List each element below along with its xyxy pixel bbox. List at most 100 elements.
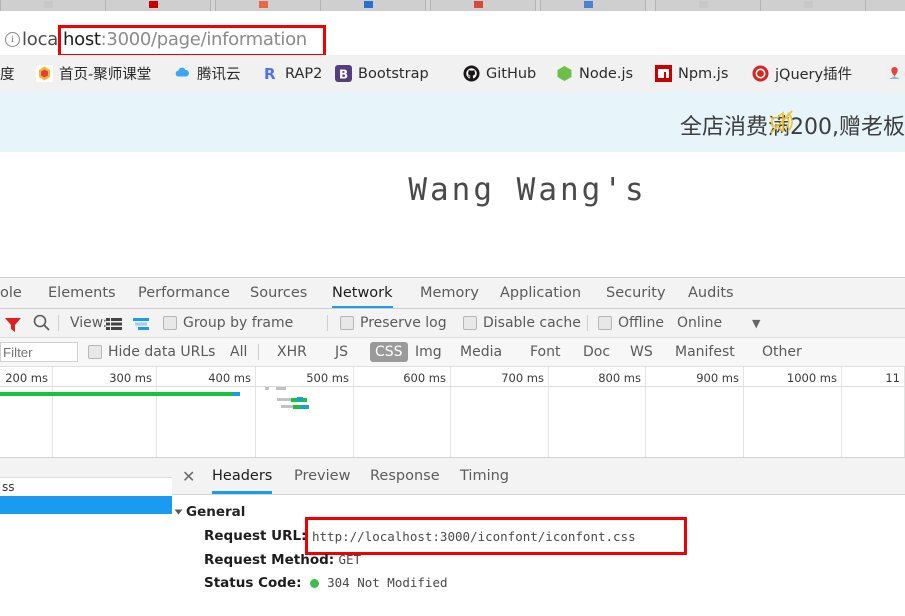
tab-label: Sources xyxy=(250,285,308,301)
browser-tab[interactable] xyxy=(105,0,211,11)
waterfall-bar[interactable] xyxy=(301,405,307,409)
offline-checkbox[interactable] xyxy=(598,316,612,330)
tab-network[interactable]: Network xyxy=(332,278,393,308)
bookmark-item[interactable]: 度 xyxy=(0,55,15,92)
bookmark-item[interactable]: GitHub xyxy=(463,55,536,92)
disable-cache-option[interactable]: Disable cache xyxy=(463,309,581,337)
detail-tab-label: Preview xyxy=(294,468,351,484)
hide-data-urls-option[interactable]: Hide data URLs xyxy=(88,338,215,366)
nodejs-icon xyxy=(556,65,573,82)
filter-type-css[interactable]: CSS xyxy=(370,342,408,362)
address-bar-text[interactable]: host:3000/page/information xyxy=(63,29,307,50)
bookmark-item[interactable]: jQuery插件 xyxy=(752,55,852,92)
disable-cache-checkbox[interactable] xyxy=(463,316,477,330)
browser-tab[interactable] xyxy=(215,0,321,11)
detail-tab-response[interactable]: Response xyxy=(370,458,440,494)
detail-tab-headers[interactable]: Headers xyxy=(212,458,273,494)
tab-audits[interactable]: Audits xyxy=(688,278,734,308)
waterfall-bar[interactable] xyxy=(0,392,233,396)
detail-tab-preview[interactable]: Preview xyxy=(294,458,350,494)
tab-application[interactable]: Application xyxy=(500,278,581,308)
tab-sources[interactable]: Sources xyxy=(250,278,307,308)
network-toolbar[interactable]: View: Group by frame Preserve log Disabl… xyxy=(0,309,905,338)
offline-option[interactable]: Offline xyxy=(598,309,664,337)
timeline-tick-label: 700 ms xyxy=(501,371,544,385)
speaker-muted-icon[interactable] xyxy=(768,108,798,136)
bookmark-item[interactable]: 首页-聚师课堂 xyxy=(36,55,151,92)
detail-tab-timing[interactable]: Timing xyxy=(460,458,509,494)
jquery-icon xyxy=(752,65,769,82)
filter-type-all[interactable]: All xyxy=(225,342,252,362)
bookmark-item[interactable]: Npm.js xyxy=(655,55,728,92)
browser-tab[interactable] xyxy=(655,0,761,11)
browser-tab-strip[interactable] xyxy=(0,0,905,11)
browser-tab[interactable] xyxy=(540,0,646,11)
filter-type-label: WS xyxy=(630,344,653,360)
browser-tab[interactable] xyxy=(865,0,905,11)
hide-data-urls-checkbox[interactable] xyxy=(88,345,102,359)
browser-tab[interactable] xyxy=(430,0,536,11)
tab-performance[interactable]: Performance xyxy=(138,278,230,308)
disable-cache-label: Disable cache xyxy=(483,315,581,331)
browser-tab[interactable] xyxy=(0,0,106,11)
tab-elements[interactable]: Elements xyxy=(48,278,116,308)
devtools-tab-bar[interactable]: ole Elements Performance Sources Network Memo… xyxy=(0,278,905,309)
browser-tab[interactable] xyxy=(760,0,866,11)
toolbar-separator-3 xyxy=(587,315,588,331)
filter-type-font[interactable]: Font xyxy=(525,342,565,362)
tab-favicon-icon xyxy=(804,1,813,8)
throttling-select[interactable]: Online xyxy=(677,309,722,337)
timeline-tick: 900 ms xyxy=(646,367,744,457)
bookmark-item[interactable]: R RAP2 xyxy=(262,55,322,92)
list-item[interactable]: ss xyxy=(0,478,172,496)
waterfall-view-icon[interactable] xyxy=(132,309,152,337)
filter-type-label: Media xyxy=(460,344,503,360)
close-icon[interactable]: ✕ xyxy=(182,458,195,494)
filter-type-manifest[interactable]: Manifest xyxy=(670,342,740,362)
filter-input[interactable] xyxy=(0,342,78,362)
list-item-selected[interactable] xyxy=(0,496,172,514)
filter-type-media[interactable]: Media xyxy=(455,342,507,362)
filter-type-ws[interactable]: WS xyxy=(625,342,658,362)
browser-tab[interactable] xyxy=(320,0,426,11)
preserve-log-option[interactable]: Preserve log xyxy=(340,309,447,337)
timeline-tick: 200 ms xyxy=(0,367,53,457)
chevron-down-icon[interactable]: ▼ xyxy=(752,309,760,337)
bookmark-item[interactable]: B Bootstrap xyxy=(335,55,429,92)
filter-funnel-icon[interactable] xyxy=(2,309,24,337)
tab-ole[interactable]: ole xyxy=(0,278,22,308)
waterfall-bar[interactable] xyxy=(276,387,286,390)
toolbar-separator-2 xyxy=(327,315,328,331)
list-view-icon[interactable] xyxy=(105,309,123,337)
filter-type-doc[interactable]: Doc xyxy=(578,342,615,362)
bookmark-item[interactable]: Node.js xyxy=(556,55,633,92)
tab-memory[interactable]: Memory xyxy=(420,278,479,308)
filter-type-other[interactable]: Other xyxy=(757,342,807,362)
tab-security[interactable]: Security xyxy=(606,278,666,308)
bookmarks-bar[interactable]: 度 首页-聚师课堂 腾讯云 R RAP2 B Bootstrap GitHub Node.js N… xyxy=(0,55,905,93)
group-by-frame-option[interactable]: Group by frame xyxy=(163,309,293,337)
waterfall-bar[interactable] xyxy=(233,392,240,396)
network-filter-row[interactable]: Hide data URLs All XHR JS CSS Img Media Font Do… xyxy=(0,338,905,367)
waterfall-bar[interactable] xyxy=(265,387,269,390)
timeline-tick: 1000 ms xyxy=(744,367,842,457)
request-list[interactable]: ss xyxy=(0,458,173,616)
group-by-frame-checkbox[interactable] xyxy=(163,316,177,330)
filter-type-js[interactable]: JS xyxy=(330,342,353,362)
bookmark-item[interactable]: 腾讯云 xyxy=(174,55,241,92)
list-item[interactable] xyxy=(0,514,172,532)
search-icon[interactable] xyxy=(30,309,52,337)
triangle-down-icon[interactable] xyxy=(174,509,183,515)
filter-type-img[interactable]: Img xyxy=(410,342,447,362)
network-waterfall[interactable]: 200 ms 300 ms 400 ms 500 ms 600 ms 700 ms 800 … xyxy=(0,367,905,458)
info-icon[interactable]: i xyxy=(5,32,20,47)
timeline-tick-label: 900 ms xyxy=(696,371,739,385)
tab-label: Audits xyxy=(688,285,734,301)
filter-type-xhr[interactable]: XHR xyxy=(272,342,312,362)
omnibox-area[interactable]: i loca host:3000/page/information xyxy=(0,11,905,57)
browser-window: i loca host:3000/page/information 度 首页-聚师… xyxy=(0,0,905,616)
waterfall-bar[interactable] xyxy=(297,397,303,401)
bookmark-item[interactable] xyxy=(886,55,905,92)
preserve-log-checkbox[interactable] xyxy=(340,316,354,330)
detail-tab-bar[interactable]: ✕ Headers Preview Response Timing xyxy=(172,458,905,495)
